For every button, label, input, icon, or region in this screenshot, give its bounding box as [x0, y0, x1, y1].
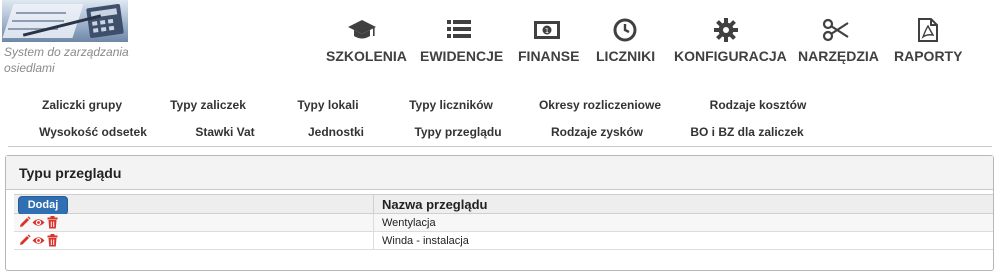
- nav-raporty[interactable]: RAPORTY: [894, 18, 963, 68]
- nav-narzedzia[interactable]: NARZĘDZIA: [798, 18, 879, 68]
- nav-szkolenia[interactable]: SZKOLENIA: [326, 18, 407, 68]
- list-icon: [444, 18, 474, 42]
- view-icon[interactable]: [32, 216, 45, 229]
- table-row[interactable]: Winda - instalacja: [14, 232, 993, 250]
- clock-icon: [610, 18, 640, 42]
- inspection-name: Wentylacja: [382, 217, 436, 229]
- tab-typy-licznikow[interactable]: Typy liczników: [388, 92, 514, 118]
- tabs-divider: [8, 146, 992, 147]
- panel-title: Typu przeglądu: [6, 156, 993, 190]
- brand-tagline: System do zarządzania osiedlami: [4, 45, 129, 75]
- logo-image[interactable]: [2, 0, 128, 42]
- settings-tabs: Zaliczki grupy Typy zaliczek Typy lokali…: [0, 90, 1000, 146]
- nav-label: RAPORTY: [894, 48, 963, 64]
- graduation-cap-icon: [347, 18, 377, 42]
- grid-body: Wentylacja Winda - instalacja: [14, 214, 993, 250]
- inspection-types-panel: Typu przeglądu Dodaj Nazwa przeglądu Wen…: [5, 155, 994, 271]
- nav-konfiguracja[interactable]: KONFIGURACJA: [674, 18, 787, 68]
- nav-finanse[interactable]: 1 FINANSE: [518, 18, 580, 68]
- nav-label: SZKOLENIA: [326, 48, 407, 64]
- edit-icon[interactable]: [18, 234, 31, 247]
- money-icon: 1: [532, 18, 562, 42]
- edit-icon[interactable]: [18, 216, 31, 229]
- column-header-name[interactable]: Nazwa przeglądu: [382, 195, 487, 215]
- nav-label: KONFIGURACJA: [674, 48, 787, 64]
- table-row[interactable]: Wentylacja: [14, 214, 993, 232]
- nav-label: LICZNIKI: [596, 48, 656, 64]
- tab-zaliczki-grupy[interactable]: Zaliczki grupy: [20, 92, 144, 118]
- tab-typy-zaliczek[interactable]: Typy zaliczek: [148, 92, 268, 118]
- tab-okresy-rozliczeniowe[interactable]: Okresy rozliczeniowe: [518, 92, 682, 118]
- add-button[interactable]: Dodaj: [18, 196, 68, 215]
- grid-header: Dodaj Nazwa przeglądu: [14, 194, 993, 215]
- gear-icon: [711, 18, 741, 42]
- svg-text:1: 1: [545, 27, 549, 35]
- header: System do zarządzania osiedlami SZKOLENI…: [0, 0, 1000, 84]
- tab-jednostki[interactable]: Jednostki: [284, 119, 388, 145]
- tab-wysokosc-odsetek[interactable]: Wysokość odsetek: [20, 119, 166, 145]
- nav-label: NARZĘDZIA: [798, 48, 879, 64]
- pdf-file-icon: [912, 18, 942, 42]
- tab-typy-przegladu[interactable]: Typy przeglądu: [390, 119, 526, 145]
- view-icon[interactable]: [32, 234, 45, 247]
- scissors-icon: [821, 18, 851, 42]
- tab-rodzaje-zyskow[interactable]: Rodzaje zysków: [530, 119, 664, 145]
- delete-icon[interactable]: [46, 216, 59, 229]
- inspection-name: Winda - instalacja: [382, 235, 469, 247]
- nav-label: EWIDENCJE: [420, 48, 504, 64]
- inspection-types-grid: Dodaj Nazwa przeglądu Wentylacja Winda -…: [14, 194, 993, 250]
- tab-stawki-vat[interactable]: Stawki Vat: [170, 119, 280, 145]
- tab-bo-bz-zaliczek[interactable]: BO i BZ dla zaliczek: [668, 119, 826, 145]
- nav-ewidencje[interactable]: EWIDENCJE: [420, 18, 504, 68]
- nav-label: FINANSE: [518, 48, 580, 64]
- tab-typy-lokali[interactable]: Typy lokali: [272, 92, 384, 118]
- nav-liczniki[interactable]: LICZNIKI: [596, 18, 656, 68]
- tab-rodzaje-kosztow[interactable]: Rodzaje kosztów: [686, 92, 830, 118]
- delete-icon[interactable]: [46, 234, 59, 247]
